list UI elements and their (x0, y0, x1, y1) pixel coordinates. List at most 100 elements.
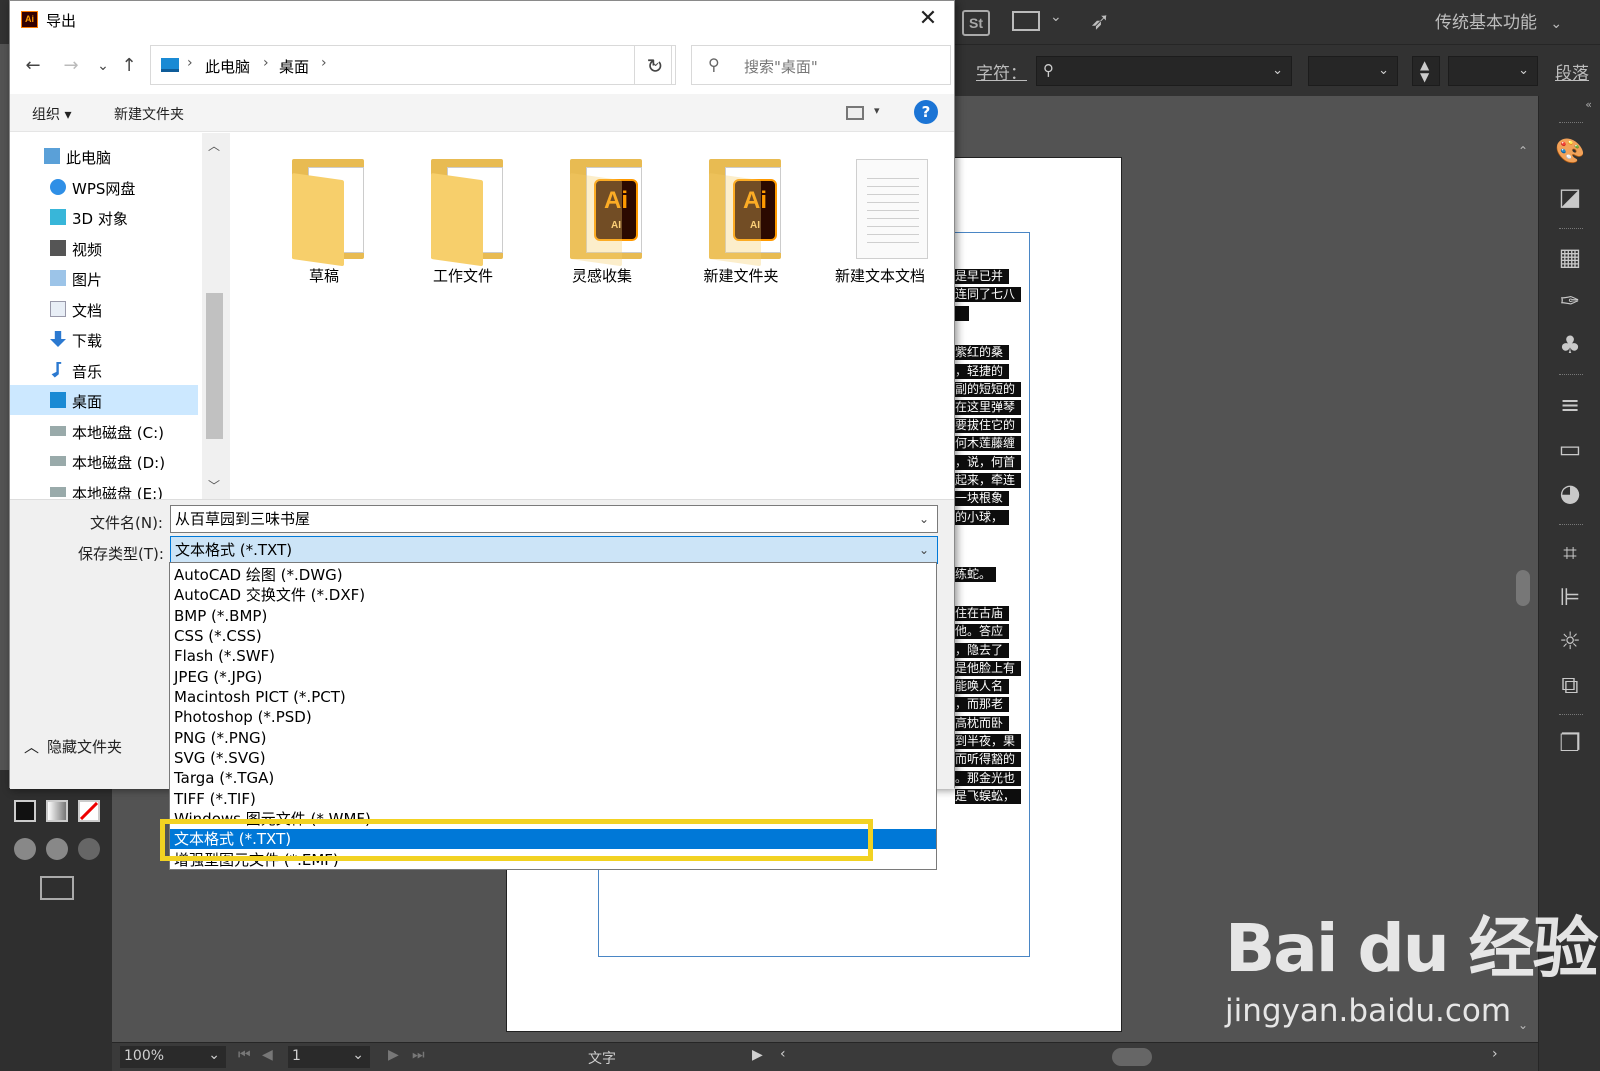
organize-button[interactable]: 组织 ▾ (32, 104, 71, 124)
new-folder-button[interactable]: 新建文件夹 (114, 104, 184, 124)
status-menu-icon[interactable]: ▶ (752, 1047, 763, 1063)
savetype-option[interactable]: Macintosh PICT (*.PCT) (170, 687, 936, 707)
character-panel-link[interactable]: 字符： (976, 59, 1027, 84)
hide-folders-toggle[interactable]: ︿ 隐藏文件夹 (24, 736, 122, 757)
none-mode-icon[interactable] (78, 800, 100, 822)
workspace-switcher[interactable]: 传统基本功能 ⌄ (1435, 8, 1562, 33)
recent-locations-button[interactable]: ⌄ (90, 53, 116, 79)
artboard-number-field[interactable]: 1 ⌄ (288, 1046, 370, 1068)
nav-item[interactable]: 3D 对象 (10, 202, 198, 232)
nav-item[interactable]: 此电脑 (10, 141, 198, 171)
publish-icon[interactable]: ➶ (1090, 7, 1110, 35)
file-item[interactable]: 草稿 (256, 149, 392, 289)
symbols-icon[interactable]: ♣ (1555, 330, 1585, 360)
panel-grip[interactable] (1559, 122, 1583, 125)
transform-icon[interactable]: ⌗ (1555, 538, 1585, 568)
nav-item[interactable]: 图片 (10, 263, 198, 293)
scroll-left-icon[interactable]: ‹ (780, 1046, 786, 1062)
font-style-field[interactable]: ⌄ (1308, 56, 1398, 86)
scrollbar-thumb[interactable] (206, 293, 223, 439)
font-family-field[interactable]: ⚲ ⌄ (1036, 56, 1292, 86)
savetype-option[interactable]: Photoshop (*.PSD) (170, 707, 936, 727)
nav-item[interactable]: WPS网盘 (10, 172, 198, 202)
savetype-select[interactable]: 文本格式 (*.TXT) ⌄ (170, 536, 938, 564)
filename-input[interactable]: 从百草园到三味书屋 ⌄ (170, 505, 938, 533)
transparency-icon[interactable]: ◕ (1555, 478, 1585, 508)
layers-icon[interactable]: ❐ (1555, 728, 1585, 758)
savetype-option[interactable]: CSS (*.CSS) (170, 626, 936, 646)
chevron-down-icon[interactable]: ⌄ (919, 506, 929, 532)
search-box[interactable]: ⚲ 搜索"桌面" (691, 45, 951, 85)
chevron-up-icon[interactable]: ︿ (208, 137, 220, 154)
draw-behind-icon[interactable] (46, 838, 68, 860)
align-icon[interactable]: ⊫ (1555, 582, 1585, 612)
appearance-icon[interactable]: ☼ (1555, 626, 1585, 656)
forward-button[interactable]: → (58, 53, 84, 79)
gradient-mode-icon[interactable] (46, 800, 68, 822)
navigation-pane-scrollbar[interactable]: ︿ ﹀ (202, 133, 230, 499)
chevron-down-icon[interactable]: ⌄ (919, 537, 929, 563)
chevron-down-icon[interactable]: ﹀ (208, 477, 220, 494)
savetype-option[interactable]: JPEG (*.JPG) (170, 667, 936, 687)
nav-item[interactable]: 文档 (10, 294, 198, 324)
previous-artboard-icon[interactable]: ◀ (262, 1047, 273, 1063)
file-item[interactable]: Ai AI 灵感收集 (534, 149, 670, 289)
scrollbar-thumb[interactable] (1516, 570, 1530, 606)
nav-item[interactable]: 音乐 (10, 355, 198, 385)
panel-grip[interactable] (1559, 374, 1583, 377)
brushes-icon[interactable]: ✑ (1555, 286, 1585, 316)
collapse-icon[interactable]: « (1585, 98, 1592, 111)
breadcrumb-this-pc[interactable]: 此电脑 (205, 56, 250, 77)
draw-normal-icon[interactable] (14, 838, 36, 860)
panel-grip[interactable] (1559, 524, 1583, 527)
savetype-option[interactable]: PNG (*.PNG) (170, 728, 936, 748)
draw-inside-icon[interactable] (78, 838, 100, 860)
file-item[interactable]: 新建文本文档 (812, 149, 948, 289)
gradient-icon[interactable]: ▭ (1555, 434, 1585, 464)
back-button[interactable]: ← (20, 53, 46, 79)
up-button[interactable]: ↑ (116, 53, 142, 79)
view-options-icon[interactable] (846, 106, 864, 120)
nav-item[interactable]: 本地磁盘 (E:) (10, 477, 198, 499)
scroll-right-icon[interactable]: › (1492, 1046, 1498, 1062)
nav-item[interactable]: 本地磁盘 (D:) (10, 446, 198, 476)
zoom-field[interactable]: 100% ⌄ (120, 1046, 226, 1068)
paragraph-panel-link[interactable]: 段落 (1555, 59, 1589, 84)
font-size-stepper[interactable]: ▲ ▼ (1412, 56, 1440, 86)
swatches-icon[interactable]: ▦ (1555, 242, 1585, 272)
savetype-option[interactable]: AutoCAD 交换文件 (*.DXF) (170, 585, 936, 605)
file-item[interactable]: Ai AI 新建文件夹 (673, 149, 809, 289)
next-artboard-icon[interactable]: ▶ (388, 1047, 399, 1063)
graphic-styles-icon[interactable]: ⧉ (1555, 670, 1585, 700)
screen-mode-icon[interactable] (40, 876, 74, 900)
panel-grip[interactable] (1559, 714, 1583, 717)
nav-item[interactable]: 本地磁盘 (C:) (10, 416, 198, 446)
help-icon[interactable]: ? (914, 100, 938, 124)
arrange-documents-icon[interactable] (1012, 11, 1040, 31)
color-guide-icon[interactable]: ◪ (1555, 182, 1585, 212)
savetype-option[interactable]: SVG (*.SVG) (170, 748, 936, 768)
file-item[interactable]: 工作文件 (395, 149, 531, 289)
nav-item[interactable]: 视频 (10, 233, 198, 263)
savetype-option[interactable]: AutoCAD 绘图 (*.DWG) (170, 565, 936, 585)
chevron-down-icon[interactable]: ⌄ (1050, 9, 1062, 25)
savetype-option[interactable]: BMP (*.BMP) (170, 606, 936, 626)
nav-item[interactable]: 桌面 (10, 385, 198, 415)
color-icon[interactable]: 🎨 (1555, 136, 1585, 166)
panel-grip[interactable] (1559, 228, 1583, 231)
savetype-option[interactable]: Flash (*.SWF) (170, 646, 936, 666)
refresh-button[interactable]: ↻ (634, 45, 676, 85)
savetype-option[interactable]: TIFF (*.TIF) (170, 789, 936, 809)
horizontal-scroll-thumb[interactable] (1112, 1048, 1152, 1066)
breadcrumb-desktop[interactable]: 桌面 (279, 56, 309, 77)
nav-item[interactable]: 下载 (10, 324, 198, 354)
address-bar[interactable]: › 此电脑 › 桌面 › ⌄ (150, 45, 672, 85)
stock-icon[interactable]: St (962, 10, 990, 36)
savetype-option[interactable]: Targa (*.TGA) (170, 768, 936, 788)
font-size-field[interactable]: ⌄ (1448, 56, 1538, 86)
close-button[interactable]: ✕ (914, 5, 942, 33)
first-artboard-icon[interactable]: ⏮ (238, 1047, 251, 1063)
color-mode-icon[interactable] (14, 800, 36, 822)
last-artboard-icon[interactable]: ⏭ (412, 1047, 425, 1063)
view-dropdown-icon[interactable]: ▾ (874, 104, 880, 117)
